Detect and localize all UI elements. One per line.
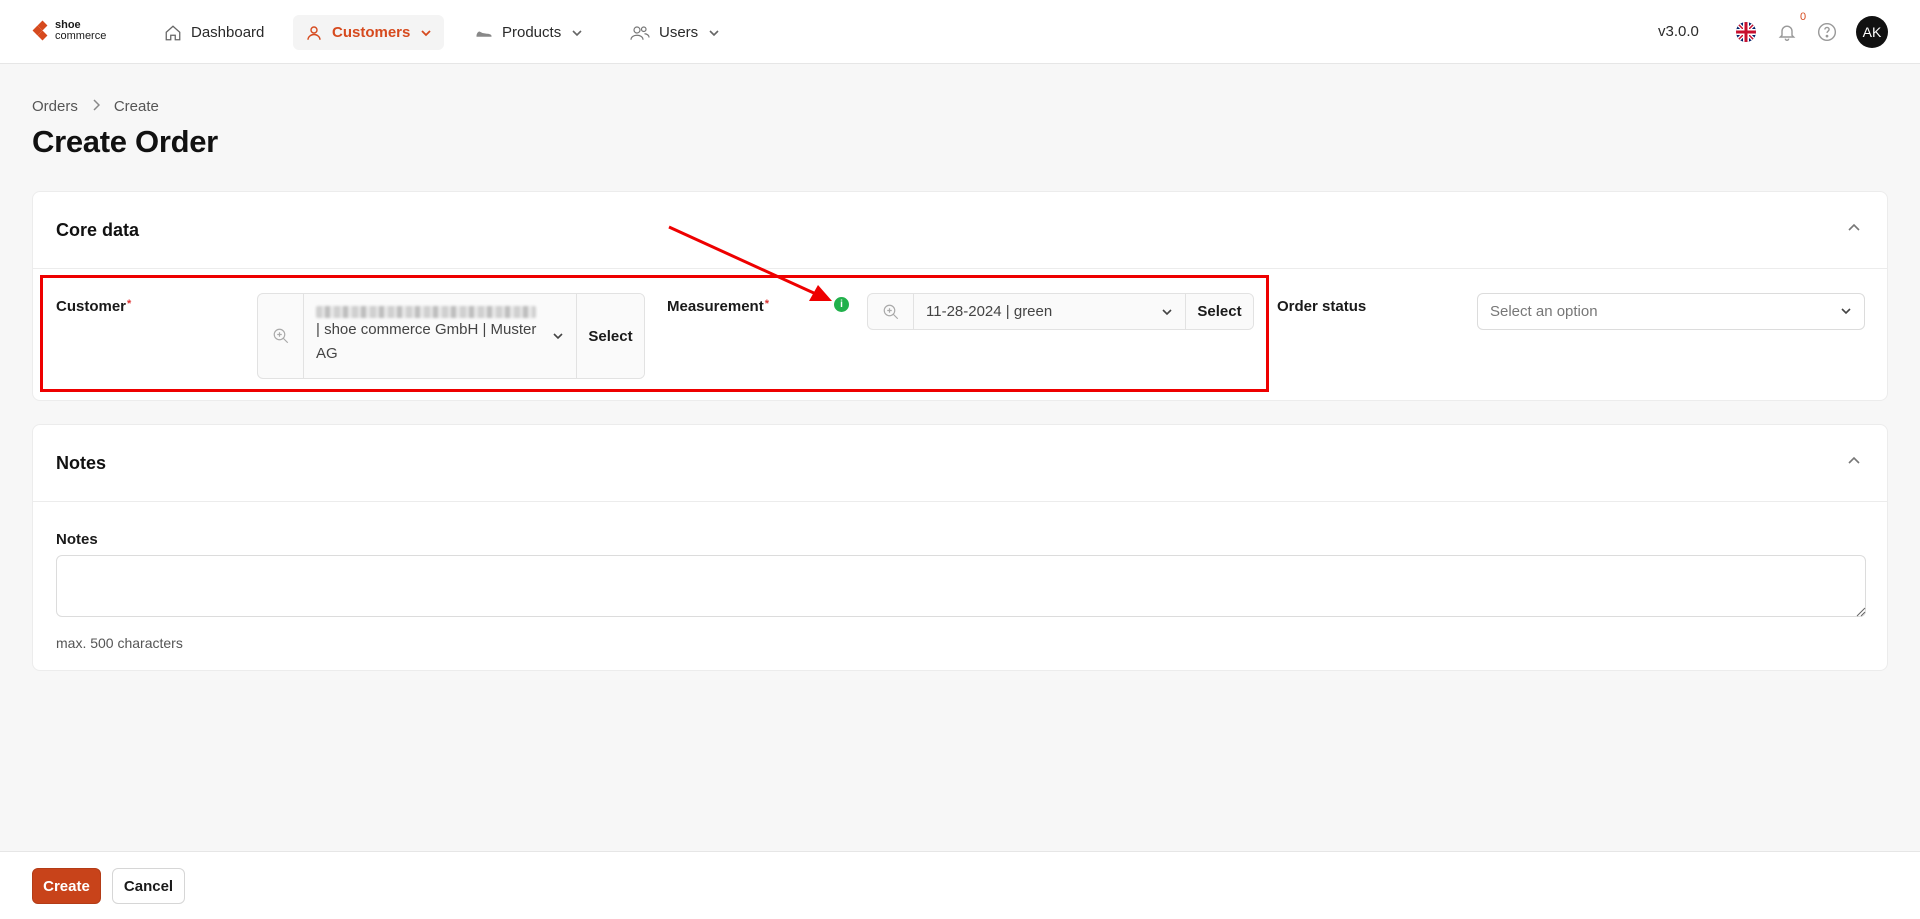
- chevron-down-icon: [572, 29, 582, 36]
- top-navigation: shoe commerce Dashboard Customers Produc…: [0, 0, 1920, 64]
- notification-count-badge: 0: [1800, 11, 1807, 23]
- cancel-button[interactable]: Cancel: [112, 868, 185, 904]
- shoe-commerce-logo[interactable]: shoe commerce: [32, 20, 107, 42]
- help-icon[interactable]: [1817, 22, 1837, 46]
- bell-icon[interactable]: [1777, 22, 1797, 46]
- order-status-select[interactable]: Select an option: [1477, 293, 1865, 330]
- chevron-down-icon: [709, 29, 719, 36]
- logo-mark-icon: [32, 20, 52, 41]
- resize-handle-icon[interactable]: [1856, 607, 1866, 617]
- chevron-right-icon: [92, 98, 100, 115]
- notes-header[interactable]: Notes: [33, 425, 1887, 502]
- highlight-box: [40, 275, 1269, 392]
- logo-text-line2: commerce: [55, 30, 107, 42]
- chevron-up-icon[interactable]: [1847, 455, 1861, 465]
- nav-dashboard[interactable]: Dashboard: [152, 15, 276, 50]
- page-title: Create Order: [32, 124, 218, 159]
- nav-customers-label: Customers: [332, 24, 411, 41]
- breadcrumb: Orders Create: [32, 98, 159, 115]
- core-data-header[interactable]: Core data: [33, 192, 1887, 269]
- nav-products[interactable]: Products: [463, 15, 595, 50]
- nav-products-label: Products: [502, 24, 562, 41]
- core-data-title: Core data: [56, 220, 140, 240]
- nav-users[interactable]: Users: [618, 15, 732, 50]
- nav-users-label: Users: [659, 24, 699, 41]
- home-icon: [165, 24, 181, 40]
- breadcrumb-orders[interactable]: Orders: [32, 98, 78, 115]
- order-status-placeholder: Select an option: [1490, 303, 1598, 320]
- notes-textarea[interactable]: [56, 555, 1866, 617]
- notes-card: Notes Notes max. 500 characters: [32, 424, 1888, 671]
- nav-customers[interactable]: Customers: [293, 15, 445, 50]
- chevron-down-icon: [421, 29, 431, 36]
- breadcrumb-create: Create: [113, 98, 159, 115]
- create-button[interactable]: Create: [32, 868, 101, 904]
- user-icon: [307, 25, 321, 40]
- notes-hint: max. 500 characters: [56, 635, 183, 651]
- user-avatar[interactable]: AK: [1856, 16, 1888, 48]
- uk-flag-icon[interactable]: [1736, 22, 1756, 42]
- shoe-icon: [476, 31, 492, 37]
- app-version: v3.0.0: [1658, 23, 1699, 40]
- chevron-up-icon[interactable]: [1847, 222, 1861, 232]
- chevron-down-icon: [1841, 308, 1851, 315]
- notes-title: Notes: [56, 453, 107, 473]
- order-status-label: Order status: [1277, 298, 1367, 315]
- users-icon: [630, 25, 650, 40]
- form-footer: Create Cancel: [0, 851, 1920, 919]
- nav-dashboard-label: Dashboard: [191, 24, 265, 41]
- notes-field-label: Notes: [56, 531, 98, 548]
